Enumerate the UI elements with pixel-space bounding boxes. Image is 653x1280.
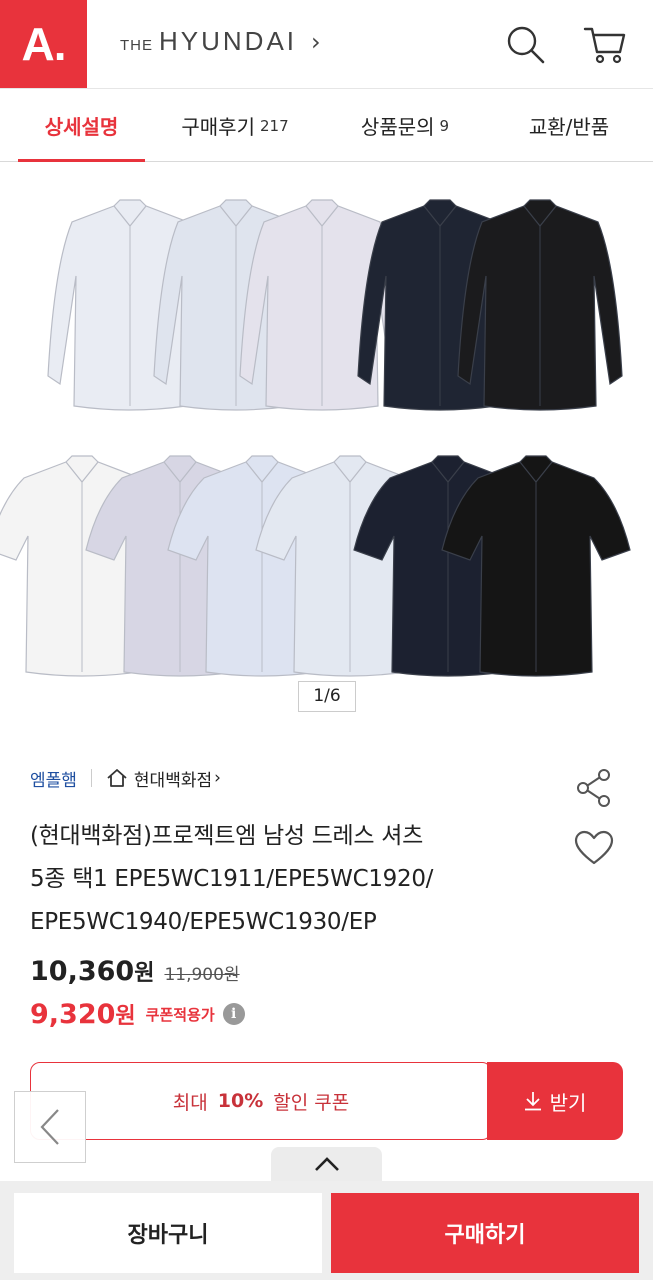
gallery-pager: 1/6 bbox=[298, 681, 356, 712]
buy-now-label: 구매하기 bbox=[444, 1223, 526, 1248]
product-title: (현대백화점)프로젝트엠 남성 드레스 셔츠 5종 택1 EPE5WC1911/… bbox=[30, 815, 550, 944]
coupon-price-row: 9,320 원 쿠폰적용가 i bbox=[30, 998, 245, 1030]
add-to-cart-label: 장바구니 bbox=[127, 1223, 209, 1248]
expand-handle[interactable] bbox=[271, 1147, 382, 1181]
search-icon bbox=[507, 26, 545, 64]
buy-now-button[interactable]: 구매하기 bbox=[331, 1193, 639, 1273]
brand-prefix: THE bbox=[120, 37, 153, 54]
product-title-line: EPE5WC1940/EPE5WC1930/EP bbox=[30, 909, 377, 935]
product-image bbox=[0, 199, 631, 677]
add-to-cart-button[interactable]: 장바구니 bbox=[14, 1193, 322, 1273]
app-logo[interactable]: A. bbox=[0, 0, 87, 88]
coupon-percent: 10% bbox=[217, 1090, 264, 1112]
coupon-banner[interactable]: 최대 10% 할인 쿠폰 bbox=[30, 1062, 492, 1140]
coupon-prefix: 최대 bbox=[172, 1091, 208, 1114]
detail-tabs: 상세설명 구매후기 217 상품문의 9 교환/반품 bbox=[0, 88, 653, 163]
info-icon[interactable]: i bbox=[222, 1003, 245, 1025]
tab-inquiry-label: 상품문의 bbox=[360, 115, 435, 139]
share-icon bbox=[577, 769, 610, 807]
seller-link[interactable]: 엠폴햄 bbox=[30, 766, 77, 791]
coupon-price-unit: 원 bbox=[115, 1004, 136, 1029]
tab-reviews-label: 구매후기 bbox=[181, 115, 255, 139]
price-row: 10,360 원 11,900원 bbox=[30, 955, 240, 987]
coupon-price: 9,320 bbox=[30, 998, 116, 1030]
chevron-left-icon bbox=[40, 1109, 59, 1145]
coupon-suffix: 할인 쿠폰 bbox=[273, 1091, 350, 1114]
tab-detail[interactable]: 상세설명 bbox=[0, 89, 145, 163]
share-button[interactable] bbox=[575, 768, 613, 808]
product-title-line: 5종 택1 EPE5WC1911/EPE5WC1920/ bbox=[30, 866, 434, 892]
store-brand-link[interactable]: THE HYUNDAI › bbox=[120, 26, 321, 62]
divider bbox=[90, 769, 92, 787]
chevron-right-icon: › bbox=[311, 28, 321, 56]
home-icon bbox=[107, 769, 127, 787]
cart-icon bbox=[583, 27, 626, 64]
chevron-up-icon bbox=[314, 1157, 339, 1171]
tab-reviews[interactable]: 구매후기 217 bbox=[145, 89, 325, 162]
product-image-gallery[interactable] bbox=[0, 162, 653, 722]
store-link[interactable]: 현대백화점 bbox=[134, 766, 212, 791]
tab-detail-label: 상세설명 bbox=[44, 115, 119, 139]
coupon-download-button[interactable]: 받기 bbox=[487, 1062, 623, 1140]
coupon-download-label: 받기 bbox=[549, 1090, 587, 1115]
original-price: 11,900원 bbox=[164, 965, 240, 985]
tab-exchange-return[interactable]: 교환/반품 bbox=[485, 89, 653, 162]
download-icon bbox=[524, 1092, 541, 1111]
sale-price: 10,360 bbox=[30, 956, 135, 987]
tab-inquiry-count: 9 bbox=[439, 116, 450, 135]
brand-name: HYUNDAI bbox=[159, 26, 298, 56]
search-button[interactable] bbox=[503, 22, 547, 66]
bottom-action-bar: 장바구니 구매하기 bbox=[0, 1181, 653, 1280]
coupon-price-tag: 쿠폰적용가 bbox=[145, 1005, 215, 1024]
sale-price-unit: 원 bbox=[134, 961, 155, 986]
app-header: A. THE HYUNDAI › bbox=[0, 0, 653, 88]
tab-inquiry[interactable]: 상품문의 9 bbox=[325, 89, 485, 162]
chevron-right-icon: › bbox=[214, 768, 221, 788]
seller-row: 엠폴햄 현대백화점 › bbox=[30, 764, 221, 792]
back-button[interactable] bbox=[14, 1091, 86, 1163]
tab-exchange-return-label: 교환/반품 bbox=[528, 115, 610, 139]
wishlist-button[interactable] bbox=[574, 830, 614, 866]
tab-reviews-count: 217 bbox=[259, 116, 289, 135]
product-title-line: (현대백화점)프로젝트엠 남성 드레스 셔츠 bbox=[30, 823, 423, 849]
cart-button[interactable] bbox=[582, 22, 626, 66]
heart-icon bbox=[574, 830, 614, 865]
